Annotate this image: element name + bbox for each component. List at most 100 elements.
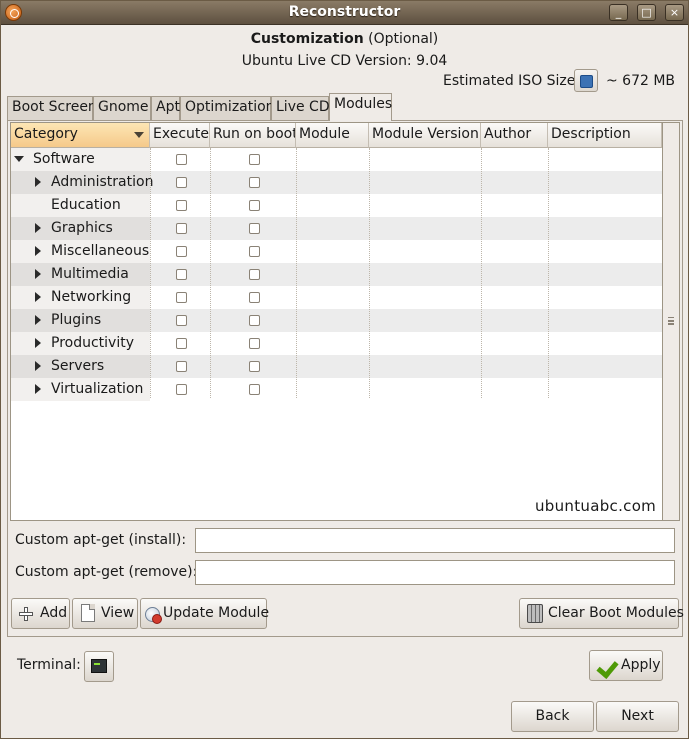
- maximize-button[interactable]: □: [637, 4, 656, 21]
- tab-live-cd[interactable]: Live CD: [271, 96, 330, 120]
- title-bar[interactable]: Reconstructor _ □ ×: [1, 1, 688, 25]
- tree-scrollbar[interactable]: [663, 122, 680, 521]
- expander-collapsed-icon[interactable]: [35, 177, 41, 187]
- window-title: Reconstructor: [288, 4, 401, 20]
- run-on-boot-checkbox[interactable]: [249, 154, 260, 165]
- tree-row-multimedia[interactable]: Multimedia: [11, 263, 662, 286]
- tree-row-administration[interactable]: Administration: [11, 171, 662, 194]
- page-title-optional: (Optional): [363, 31, 439, 47]
- column-header-module-version[interactable]: Module Version: [369, 123, 481, 148]
- column-header-module[interactable]: Module: [296, 123, 369, 148]
- column-header-execute[interactable]: Execute: [150, 123, 210, 148]
- iso-refresh-button[interactable]: [574, 69, 598, 92]
- update-icon: [145, 607, 162, 624]
- execute-checkbox[interactable]: [176, 361, 187, 372]
- page-title-bold: Customization: [250, 31, 364, 47]
- document-icon: [81, 604, 95, 622]
- tab-optimization[interactable]: Optimization: [180, 96, 275, 120]
- apply-button[interactable]: Apply: [589, 650, 663, 681]
- tab-modules[interactable]: Modules: [329, 93, 392, 121]
- tree-row-servers[interactable]: Servers: [11, 355, 662, 378]
- update-module-button[interactable]: Update Module: [140, 598, 270, 629]
- execute-checkbox[interactable]: [176, 384, 187, 395]
- install-input[interactable]: [195, 528, 675, 553]
- tree-row-miscellaneous[interactable]: Miscellaneous: [11, 240, 662, 263]
- tab-apt[interactable]: Apt: [151, 96, 180, 120]
- back-button[interactable]: Back: [511, 701, 594, 732]
- column-header-description[interactable]: Description: [548, 123, 662, 148]
- execute-checkbox[interactable]: [176, 292, 187, 303]
- iso-size-value: ~ 672 MB: [606, 73, 676, 89]
- column-header-category[interactable]: Category: [11, 123, 150, 148]
- tree-row-plugins[interactable]: Plugins: [11, 309, 662, 332]
- tab-boot-screen[interactable]: Boot Screen: [7, 96, 97, 120]
- modules-tree[interactable]: Category Execute Run on boot Module Modu…: [10, 122, 663, 521]
- column-separator: [548, 148, 549, 398]
- execute-checkbox[interactable]: [176, 154, 187, 165]
- run-on-boot-checkbox[interactable]: [249, 384, 260, 395]
- column-header-category-label: Category: [14, 126, 78, 142]
- row-label: Graphics: [51, 220, 113, 236]
- expander-collapsed-icon[interactable]: [35, 223, 41, 233]
- add-button[interactable]: Add: [11, 598, 70, 629]
- terminal-label: Terminal:: [17, 657, 81, 673]
- row-label: Administration: [51, 174, 154, 190]
- expander-collapsed-icon[interactable]: [35, 269, 41, 279]
- column-header-run-on-boot[interactable]: Run on boot: [210, 123, 296, 148]
- terminal-button[interactable]: [84, 651, 114, 682]
- tree-row-virtualization[interactable]: Virtualization: [11, 378, 662, 401]
- expander-collapsed-icon[interactable]: [35, 292, 41, 302]
- tree-row-education[interactable]: Education: [11, 194, 662, 217]
- clear-boot-modules-button-label: Clear Boot Modules: [548, 605, 684, 621]
- execute-checkbox[interactable]: [176, 315, 187, 326]
- expander-expanded-icon[interactable]: [14, 156, 24, 162]
- row-label: Servers: [51, 358, 105, 374]
- tree-row-networking[interactable]: Networking: [11, 286, 662, 309]
- execute-checkbox[interactable]: [176, 177, 187, 188]
- next-button[interactable]: Next: [596, 701, 679, 732]
- execute-checkbox[interactable]: [176, 269, 187, 280]
- next-button-label: Next: [621, 708, 654, 724]
- clear-boot-modules-button[interactable]: Clear Boot Modules: [519, 598, 684, 629]
- minimize-button[interactable]: _: [609, 4, 628, 21]
- livecd-version: Ubuntu Live CD Version: 9.04: [241, 53, 448, 69]
- reconstructor-window: Reconstructor _ □ × Customization (Optio…: [0, 0, 689, 739]
- run-on-boot-checkbox[interactable]: [249, 338, 260, 349]
- execute-checkbox[interactable]: [176, 223, 187, 234]
- checkmark-icon: [598, 657, 618, 675]
- run-on-boot-checkbox[interactable]: [249, 315, 260, 326]
- run-on-boot-checkbox[interactable]: [249, 361, 260, 372]
- tab-gnome[interactable]: Gnome: [93, 96, 151, 120]
- run-on-boot-checkbox[interactable]: [249, 269, 260, 280]
- run-on-boot-checkbox[interactable]: [249, 223, 260, 234]
- view-button[interactable]: View: [72, 598, 138, 629]
- close-button[interactable]: ×: [665, 4, 684, 21]
- execute-checkbox[interactable]: [176, 338, 187, 349]
- run-on-boot-checkbox[interactable]: [249, 200, 260, 211]
- tree-row-graphics[interactable]: Graphics: [11, 217, 662, 240]
- install-label: Custom apt-get (install):: [15, 532, 187, 548]
- expander-collapsed-icon[interactable]: [35, 246, 41, 256]
- tree-row-productivity[interactable]: Productivity: [11, 332, 662, 355]
- execute-checkbox[interactable]: [176, 246, 187, 257]
- expander-collapsed-icon[interactable]: [35, 361, 41, 371]
- column-header-author[interactable]: Author: [481, 123, 548, 148]
- expander-collapsed-icon[interactable]: [35, 338, 41, 348]
- row-label: Education: [51, 197, 121, 213]
- tree-row-software[interactable]: Software: [11, 148, 662, 171]
- row-label: Plugins: [51, 312, 102, 328]
- update-module-button-label: Update Module: [163, 605, 270, 621]
- run-on-boot-checkbox[interactable]: [249, 292, 260, 303]
- run-on-boot-checkbox[interactable]: [249, 246, 260, 257]
- expander-collapsed-icon[interactable]: [35, 315, 41, 325]
- watermark: ubuntuabc.com: [535, 497, 657, 515]
- run-on-boot-checkbox[interactable]: [249, 177, 260, 188]
- column-separator: [369, 148, 370, 398]
- remove-input[interactable]: [195, 560, 675, 585]
- page-title: Customization (Optional): [1, 31, 688, 47]
- view-button-label: View: [101, 605, 135, 621]
- row-label: Networking: [51, 289, 132, 305]
- expander-collapsed-icon[interactable]: [35, 384, 41, 394]
- scrollbar-grip[interactable]: [668, 317, 674, 319]
- execute-checkbox[interactable]: [176, 200, 187, 211]
